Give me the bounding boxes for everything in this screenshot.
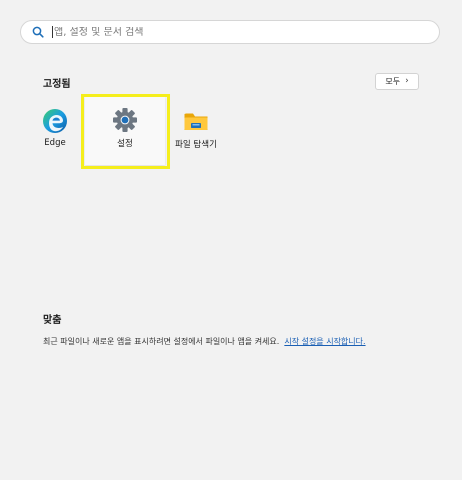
pinned-app-settings[interactable]: 설정 (85, 97, 165, 165)
app-label-edge: Edge (44, 138, 66, 148)
pinned-app-edge[interactable]: Edge (21, 94, 89, 154)
edge-icon (42, 108, 68, 134)
chevron-right-icon: › (405, 76, 409, 86)
app-label-settings: 설정 (117, 139, 133, 149)
search-input[interactable] (54, 26, 414, 38)
search-icon (31, 25, 45, 39)
gear-icon (112, 107, 138, 133)
folder-icon (183, 108, 209, 134)
start-settings-link[interactable]: 시작 설정을 시작합니다. (284, 337, 365, 346)
all-apps-button[interactable]: 모두 › (375, 73, 419, 90)
recommended-message-line: 최근 파일이나 새로운 앱을 표시하려면 설정에서 파일이나 앱을 켜세요. 시작… (43, 336, 366, 347)
recommended-section-title: 맞춤 (43, 315, 62, 326)
app-label-file-explorer: 파일 탐색기 (175, 140, 217, 150)
search-box[interactable] (20, 20, 440, 44)
recommended-message: 최근 파일이나 새로운 앱을 표시하려면 설정에서 파일이나 앱을 켜세요. (43, 337, 280, 346)
pinned-section-title: 고정됨 (43, 79, 71, 90)
pinned-app-file-explorer[interactable]: 파일 탐색기 (162, 94, 230, 154)
all-apps-label: 모두 (385, 77, 401, 86)
text-caret (52, 26, 53, 38)
